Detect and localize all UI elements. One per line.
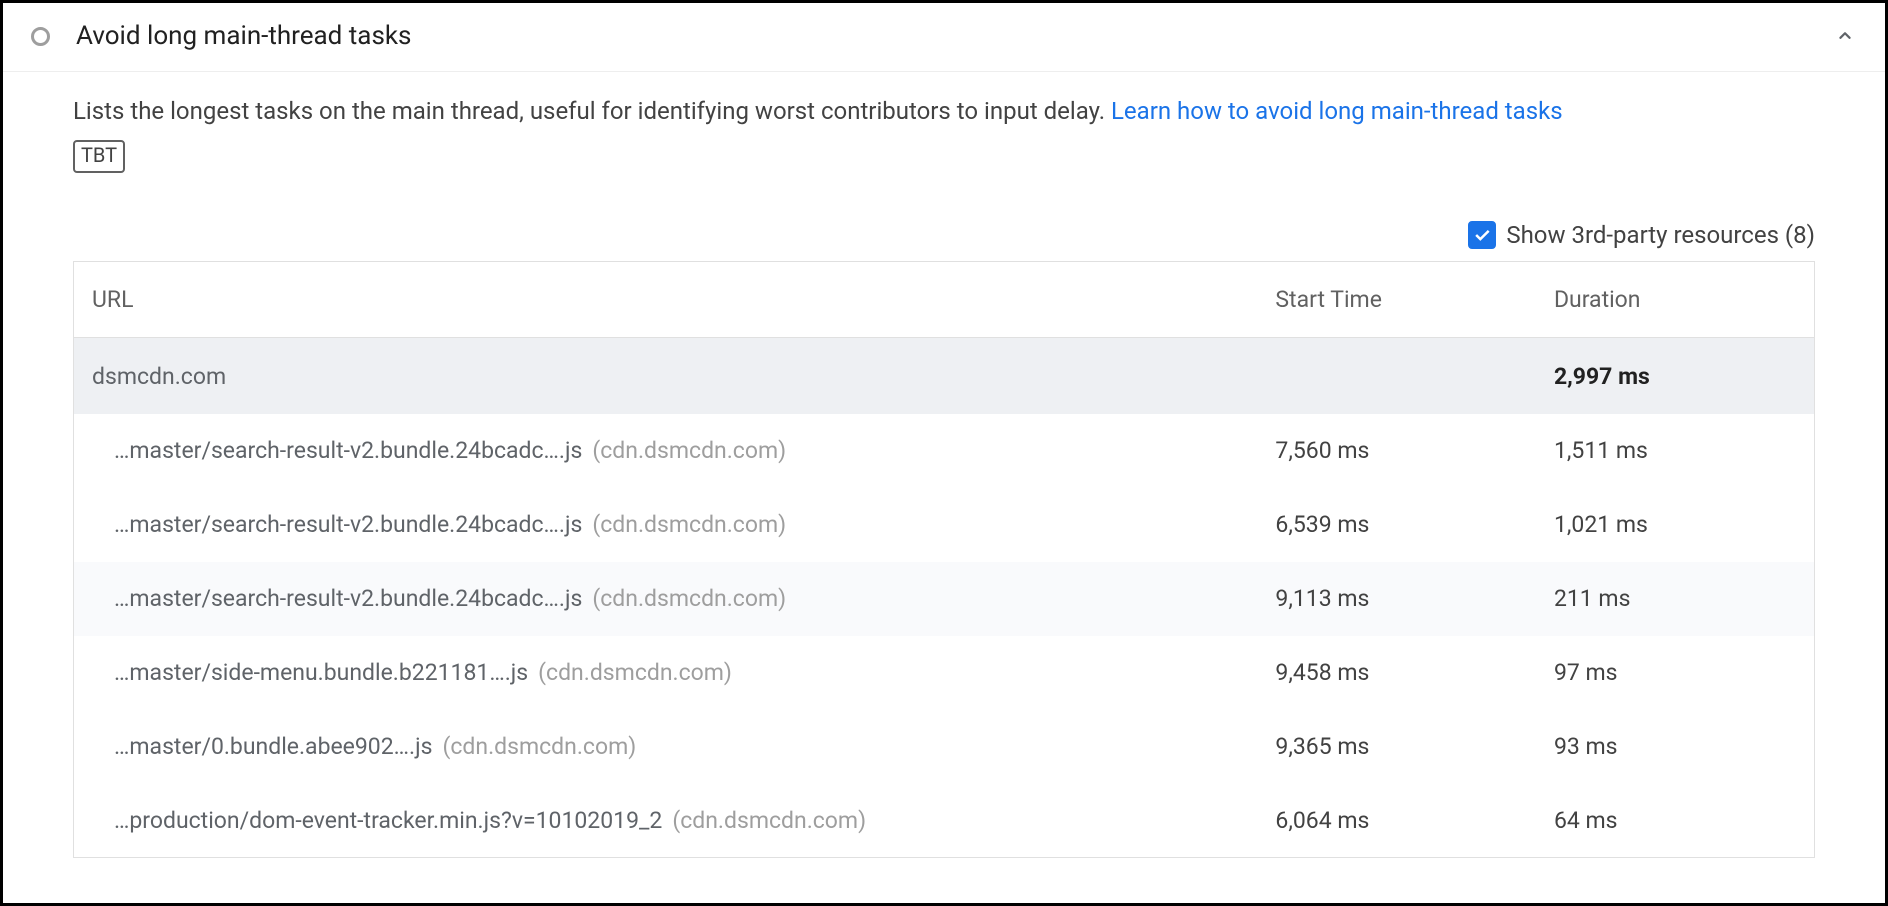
url-host: (cdn.dsmcdn.com) (672, 807, 866, 834)
audit-body: Lists the longest tasks on the main thre… (3, 72, 1885, 858)
cell-start: 6,539 ms (1257, 488, 1536, 562)
cell-duration: 1,511 ms (1536, 414, 1815, 488)
header-duration: Duration (1536, 262, 1815, 338)
url-path: …master/0.bundle.abee902….js (114, 733, 432, 760)
url-path: …master/search-result-v2.bundle.24bcadc…… (114, 437, 582, 464)
third-party-checkbox[interactable] (1468, 221, 1496, 249)
table-row[interactable]: …master/side-menu.bundle.b221181….js (cdn… (74, 636, 1815, 710)
tasks-table: URL Start Time Duration dsmcdn.com 2,997… (73, 261, 1815, 858)
table-row[interactable]: …master/search-result-v2.bundle.24bcadc…… (74, 414, 1815, 488)
url-path: …production/dom-event-tracker.min.js?v=1… (114, 807, 662, 834)
cell-url: …master/search-result-v2.bundle.24bcadc…… (74, 488, 1258, 562)
audit-title: Avoid long main-thread tasks (76, 21, 1833, 51)
group-duration: 2,997 ms (1536, 338, 1815, 414)
url-host: (cdn.dsmcdn.com) (592, 585, 786, 612)
table-header-row: URL Start Time Duration (74, 262, 1815, 338)
cell-url: …master/side-menu.bundle.b221181….js (cdn… (74, 636, 1258, 710)
audit-panel: Avoid long main-thread tasks Lists the l… (0, 0, 1888, 906)
url-path: …master/side-menu.bundle.b221181….js (114, 659, 528, 686)
url-host: (cdn.dsmcdn.com) (538, 659, 732, 686)
third-party-toggle-row: Show 3rd-party resources (8) (73, 221, 1815, 249)
table-row[interactable]: …master/0.bundle.abee902….js (cdn.dsmcdn.… (74, 710, 1815, 784)
metric-badge: TBT (73, 140, 125, 173)
cell-url: …production/dom-event-tracker.min.js?v=1… (74, 784, 1258, 858)
cell-start: 7,560 ms (1257, 414, 1536, 488)
cell-duration: 93 ms (1536, 710, 1815, 784)
url-host: (cdn.dsmcdn.com) (592, 511, 786, 538)
group-start (1257, 338, 1536, 414)
audit: Avoid long main-thread tasks Lists the l… (3, 3, 1885, 858)
cell-start: 9,113 ms (1257, 562, 1536, 636)
cell-url: …master/search-result-v2.bundle.24bcadc…… (74, 414, 1258, 488)
description-text: Lists the longest tasks on the main thre… (73, 97, 1111, 125)
cell-start: 9,458 ms (1257, 636, 1536, 710)
url-path: …master/search-result-v2.bundle.24bcadc…… (114, 585, 582, 612)
table-row[interactable]: …production/dom-event-tracker.min.js?v=1… (74, 784, 1815, 858)
cell-url: …master/search-result-v2.bundle.24bcadc…… (74, 562, 1258, 636)
audit-description: Lists the longest tasks on the main thre… (73, 92, 1815, 130)
cell-duration: 211 ms (1536, 562, 1815, 636)
cell-duration: 97 ms (1536, 636, 1815, 710)
cell-duration: 64 ms (1536, 784, 1815, 858)
table-row[interactable]: …master/search-result-v2.bundle.24bcadc…… (74, 488, 1815, 562)
third-party-label: Show 3rd-party resources (8) (1506, 221, 1815, 249)
status-circle-icon (31, 27, 50, 46)
group-row[interactable]: dsmcdn.com 2,997 ms (74, 338, 1815, 414)
check-icon (1472, 225, 1492, 245)
audit-header[interactable]: Avoid long main-thread tasks (3, 3, 1885, 72)
url-host: (cdn.dsmcdn.com) (592, 437, 786, 464)
group-host: dsmcdn.com (74, 338, 1258, 414)
cell-url: …master/0.bundle.abee902….js (cdn.dsmcdn.… (74, 710, 1258, 784)
url-path: …master/search-result-v2.bundle.24bcadc…… (114, 511, 582, 538)
cell-duration: 1,021 ms (1536, 488, 1815, 562)
cell-start: 9,365 ms (1257, 710, 1536, 784)
header-start: Start Time (1257, 262, 1536, 338)
url-host: (cdn.dsmcdn.com) (442, 733, 636, 760)
header-url: URL (74, 262, 1258, 338)
chevron-up-icon[interactable] (1833, 24, 1857, 48)
learn-more-link[interactable]: Learn how to avoid long main-thread task… (1111, 97, 1563, 125)
cell-start: 6,064 ms (1257, 784, 1536, 858)
table-row[interactable]: …master/search-result-v2.bundle.24bcadc…… (74, 562, 1815, 636)
